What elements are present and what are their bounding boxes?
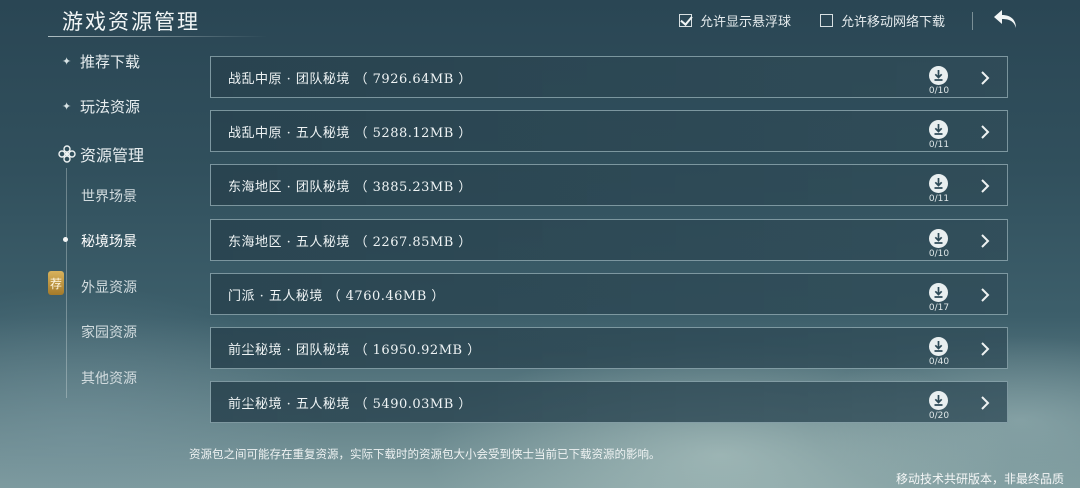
sidebar-subitem-home[interactable]: 家园资源 <box>81 322 137 342</box>
resource-name: 东海地区 · 团队秘境 （ 3885.23MB ） <box>228 180 472 195</box>
floating-ball-option[interactable]: 允许显示悬浮球 <box>679 11 791 30</box>
version-watermark: 移动技术共研版本，非最终品质 <box>895 472 1064 486</box>
chevron-right-icon[interactable] <box>977 394 993 412</box>
chevron-right-icon[interactable] <box>977 286 993 304</box>
sidebar-subitem-secret-realm[interactable]: 秘境场景 <box>81 231 137 251</box>
download-icon <box>934 178 943 189</box>
download-progress: 0/20 <box>928 411 950 421</box>
sidebar-item-label: 推荐下载 <box>80 53 141 71</box>
resource-row[interactable]: 前尘秘境 · 团队秘境 （ 16950.92MB ） 0/40 <box>210 327 1008 369</box>
header-divider <box>972 12 973 30</box>
chevron-right-icon[interactable] <box>977 69 993 87</box>
sidebar-item-recommended[interactable]: ✦ 推荐下载 <box>62 51 140 72</box>
download-progress: 0/17 <box>928 303 950 313</box>
resource-note: 资源包之间可能存在重复资源，实际下载时的资源包大小会受到侠士当前已下载资源的影响… <box>189 447 661 461</box>
recommend-badge: 荐 <box>48 271 64 295</box>
resource-row[interactable]: 战乱中原 · 五人秘境 （ 5288.12MB ） 0/11 <box>210 110 1008 152</box>
download-icon <box>934 70 943 81</box>
back-arrow-icon <box>994 10 1016 28</box>
mobile-download-label: 允许移动网络下载 <box>841 15 946 30</box>
resource-name: 战乱中原 · 团队秘境 （ 7926.64MB ） <box>228 72 472 87</box>
diamond-icon: ✦ <box>62 54 72 68</box>
download-progress: 0/11 <box>928 140 950 150</box>
sidebar-item-label: 资源管理 <box>80 146 145 165</box>
download-icon <box>934 341 943 352</box>
download-progress: 0/10 <box>928 249 950 259</box>
sidebar-item-gameplay[interactable]: ✦ 玩法资源 <box>62 96 140 117</box>
chevron-right-icon[interactable] <box>977 123 993 141</box>
download-icon <box>934 287 943 298</box>
flower-icon <box>58 145 76 163</box>
sidebar-subitem-appearance[interactable]: 外显资源 <box>81 277 137 297</box>
download-progress: 0/11 <box>928 194 950 204</box>
resource-name: 战乱中原 · 五人秘境 （ 5288.12MB ） <box>228 126 472 141</box>
sidebar-item-label: 玩法资源 <box>80 98 141 116</box>
sidebar-subitem-world[interactable]: 世界场景 <box>81 186 137 206</box>
sidebar-item-resource-management[interactable]: 资源管理 <box>58 142 144 166</box>
download-progress: 0/40 <box>928 357 950 367</box>
resource-name: 前尘秘境 · 五人秘境 （ 5490.03MB ） <box>228 397 472 412</box>
floating-ball-label: 允许显示悬浮球 <box>700 15 792 30</box>
resource-name: 门派 · 五人秘境 （ 4760.46MB ） <box>228 289 445 304</box>
sidebar-subitem-other[interactable]: 其他资源 <box>81 368 137 388</box>
title-underline <box>48 36 268 37</box>
download-icon <box>934 124 943 135</box>
download-progress: 0/10 <box>928 86 950 96</box>
chevron-right-icon[interactable] <box>977 232 993 250</box>
resource-name: 前尘秘境 · 团队秘境 （ 16950.92MB ） <box>228 343 481 358</box>
sidebar-rail <box>66 168 67 398</box>
resource-name: 东海地区 · 五人秘境 （ 2267.85MB ） <box>228 235 472 250</box>
page-title: 游戏资源管理 <box>62 10 200 34</box>
download-icon <box>934 233 943 244</box>
diamond-icon: ✦ <box>62 99 72 113</box>
download-icon <box>934 395 943 406</box>
active-indicator <box>63 237 68 242</box>
chevron-right-icon[interactable] <box>977 177 993 195</box>
resource-row[interactable]: 东海地区 · 团队秘境 （ 3885.23MB ） 0/11 <box>210 164 1008 206</box>
mobile-download-option[interactable]: 允许移动网络下载 <box>820 11 945 30</box>
resource-row[interactable]: 门派 · 五人秘境 （ 4760.46MB ） 0/17 <box>210 273 1008 315</box>
floating-ball-checkbox[interactable] <box>679 14 692 27</box>
resource-row[interactable]: 战乱中原 · 团队秘境 （ 7926.64MB ） 0/10 <box>210 56 1008 98</box>
resource-row[interactable]: 东海地区 · 五人秘境 （ 2267.85MB ） 0/10 <box>210 219 1008 261</box>
mobile-download-checkbox[interactable] <box>820 14 833 27</box>
resource-row[interactable]: 前尘秘境 · 五人秘境 （ 5490.03MB ） 0/20 <box>210 381 1008 423</box>
chevron-right-icon[interactable] <box>977 340 993 358</box>
back-button[interactable] <box>990 6 1022 34</box>
